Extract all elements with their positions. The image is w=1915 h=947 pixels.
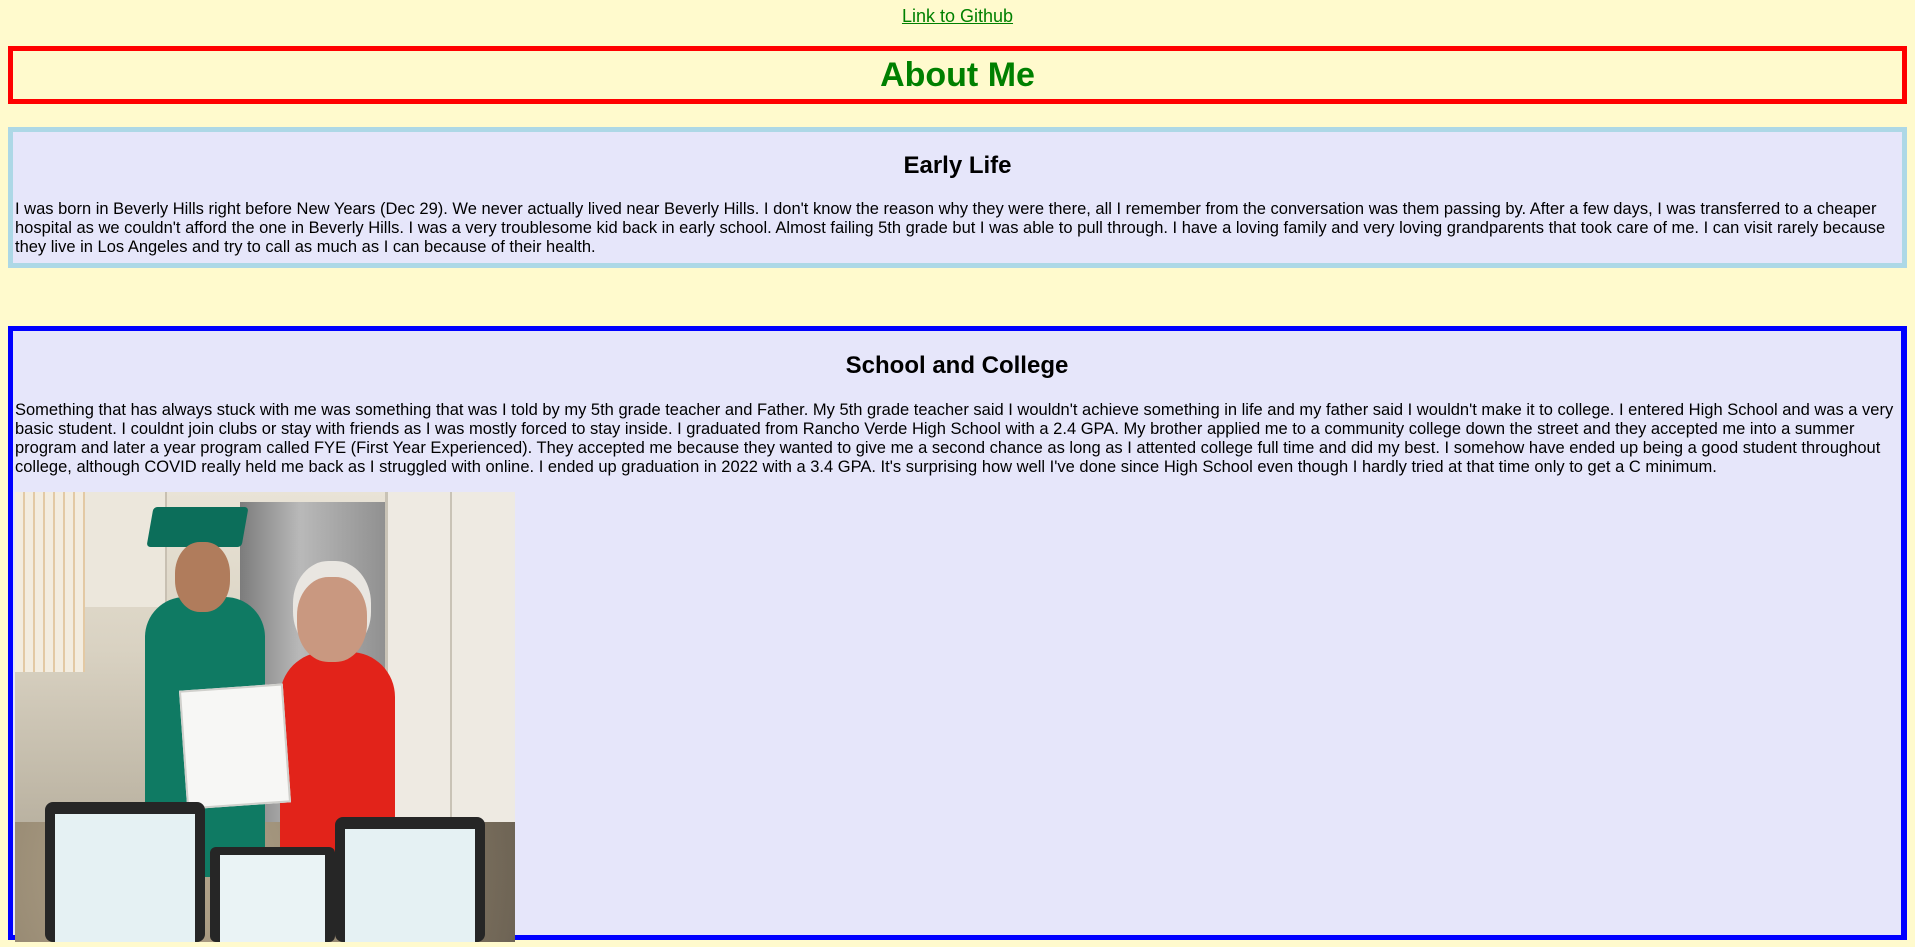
early-life-text: I was born in Beverly Hills right before… <box>15 200 1886 256</box>
early-life-section: Early Life I was born in Beverly Hills r… <box>8 127 1907 268</box>
photo-window <box>15 492 85 672</box>
page: Link to Github About Me Early Life I was… <box>0 0 1915 947</box>
github-link[interactable]: Link to Github <box>8 0 1907 27</box>
photo-award-left <box>45 802 205 942</box>
school-text: Something that has always stuck with me … <box>15 401 1894 476</box>
photo-graduate <box>175 542 230 612</box>
photo-award-right <box>335 817 485 942</box>
photo-grandmother <box>297 577 367 662</box>
school-heading: School and College <box>845 352 1069 379</box>
early-life-heading: Early Life <box>903 152 1012 179</box>
photo-award-middle <box>210 847 335 942</box>
photo-certificate <box>178 683 292 810</box>
title-banner: About Me <box>8 46 1907 104</box>
school-section: School and College Something that has al… <box>8 326 1907 942</box>
page-title: About Me <box>880 56 1035 94</box>
graduation-photo <box>15 492 515 942</box>
photo-graduation-cap <box>146 507 249 547</box>
